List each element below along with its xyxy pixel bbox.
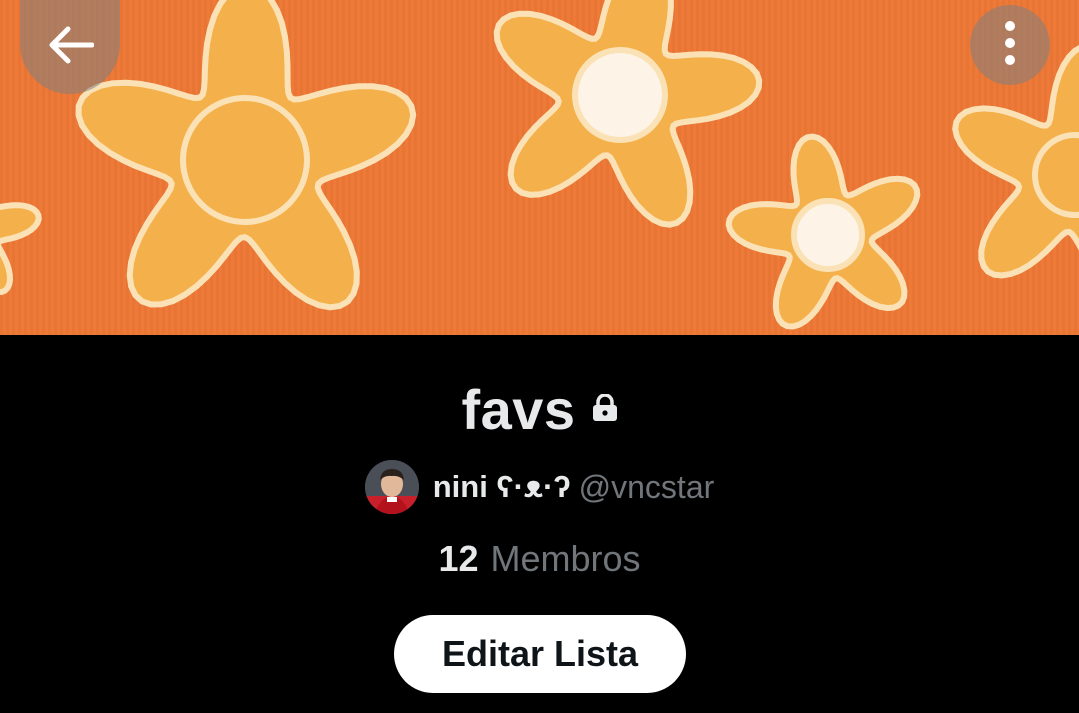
list-title-row: favs [0,377,1079,443]
members-count: 12 [438,538,479,579]
more-options-button[interactable] [970,5,1050,85]
vertical-ellipsis-icon [1003,19,1017,72]
owner-avatar[interactable] [364,460,419,514]
members-label: Membros [490,538,641,579]
lock-icon [592,392,618,427]
list-screen: favs nini ʕ·ᴥ·ʔ @vncstar 12 Membros Edit… [0,0,1079,713]
list-title: favs [461,378,576,441]
banner-flower-center [572,47,668,143]
banner-flower-center [791,198,865,272]
edit-list-button[interactable]: Editar Lista [394,615,686,693]
arrow-left-icon [46,25,95,70]
list-info: favs nini ʕ·ᴥ·ʔ @vncstar 12 Membros Edit… [0,335,1079,713]
owner-handle: @vncstar [578,468,715,505]
list-banner-image [0,0,1079,335]
members-link[interactable]: 12 Membros [0,538,1079,580]
banner-flower-center [180,95,310,225]
owner-display-name: nini ʕ·ᴥ·ʔ [432,469,571,504]
list-owner[interactable]: nini ʕ·ᴥ·ʔ @vncstar [0,460,1079,514]
